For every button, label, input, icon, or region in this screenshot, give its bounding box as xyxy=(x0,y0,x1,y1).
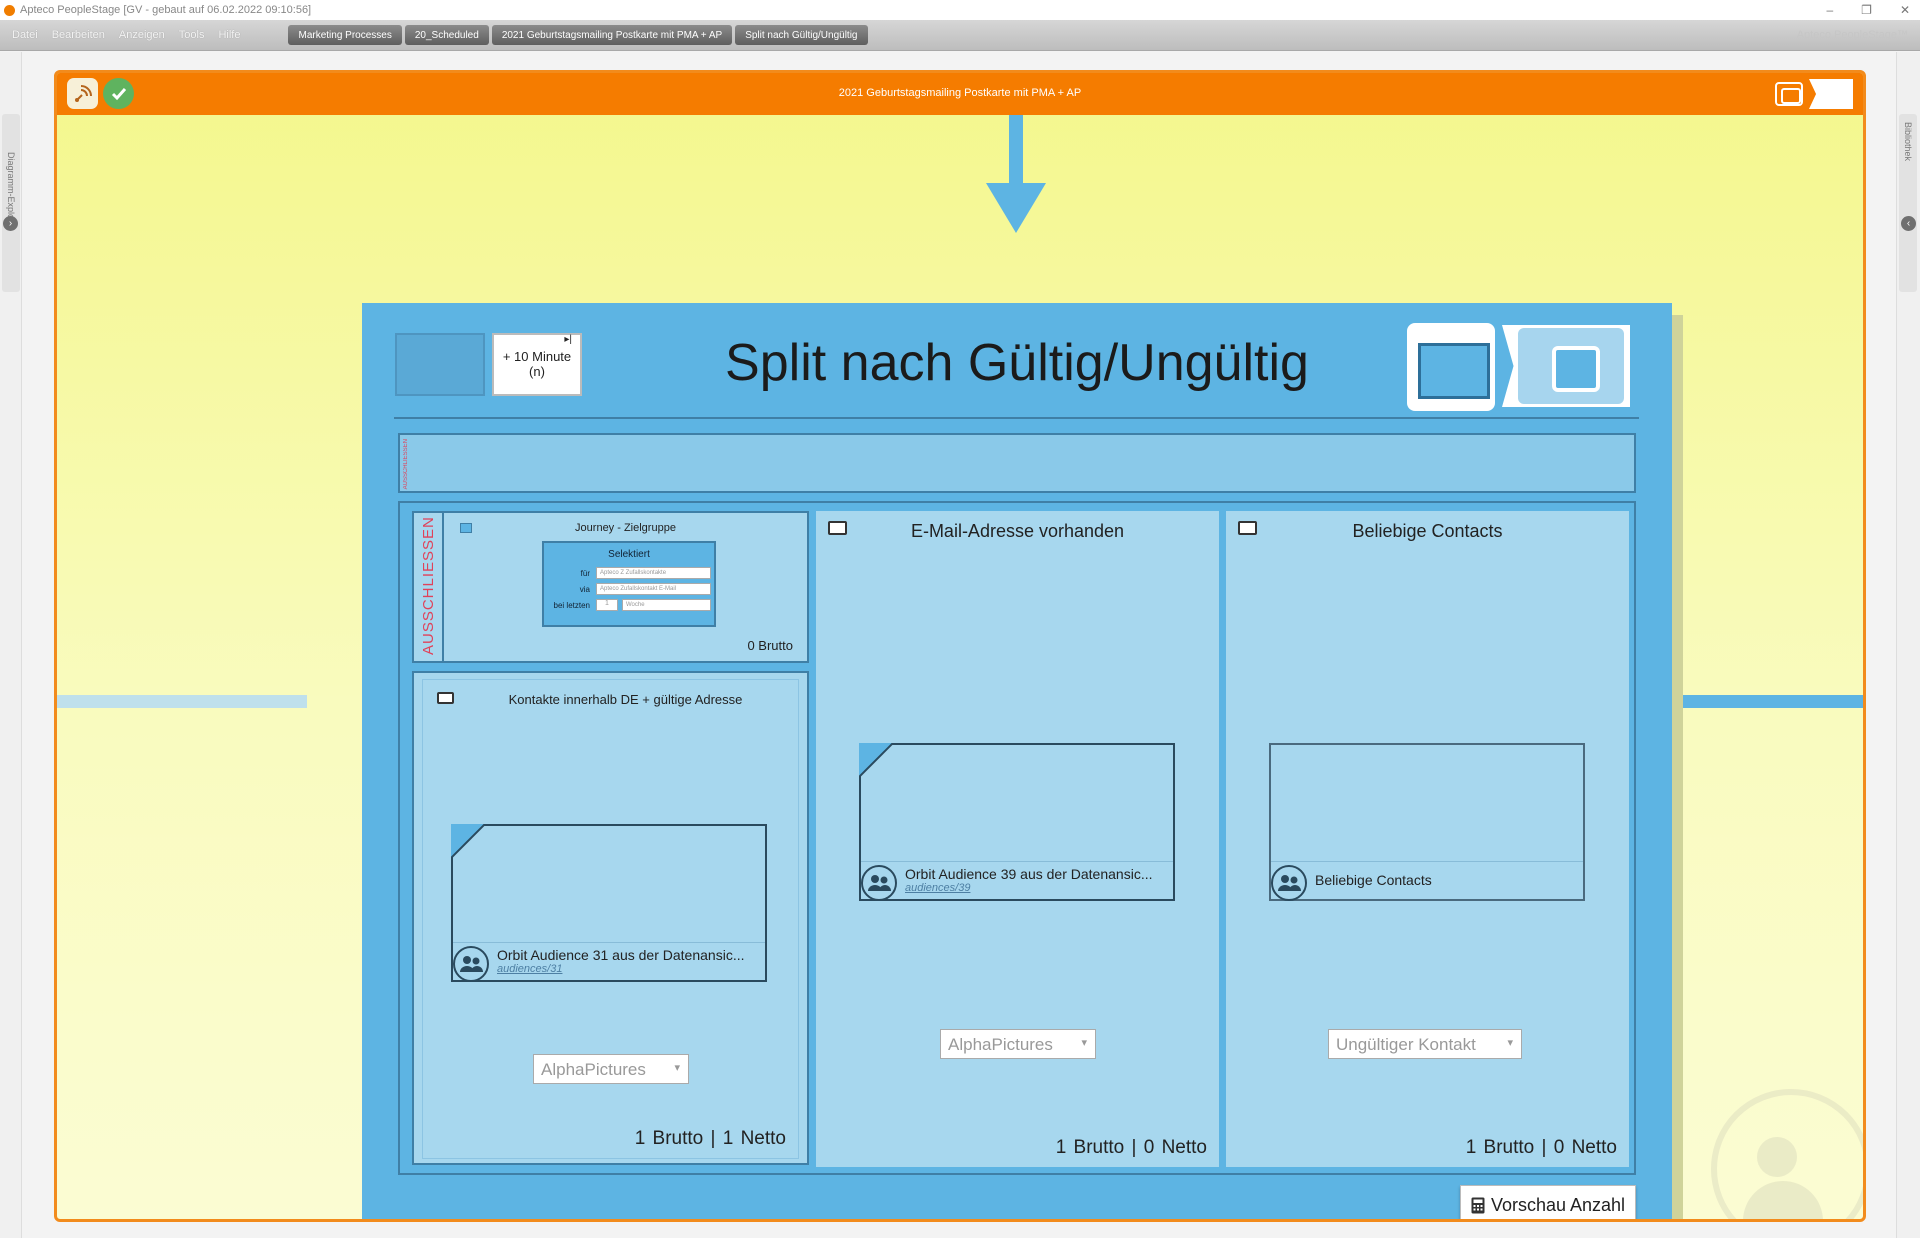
split-node[interactable]: + 10 Minute (n) Split nach Gültig/Ungült… xyxy=(362,303,1672,1219)
people-icon xyxy=(861,865,897,901)
preview-count-button[interactable]: Vorschau Anzahl xyxy=(1460,1185,1636,1219)
flow-arrow-icon xyxy=(986,183,1046,233)
via-label: via xyxy=(579,585,590,594)
segment-1-dropdown[interactable]: AlphaPictures xyxy=(533,1054,689,1084)
audience-3-name: Beliebige Contacts xyxy=(1315,872,1432,888)
breadcrumb-item[interactable]: Marketing Processes xyxy=(288,25,402,45)
last-label: bei letzten xyxy=(553,601,590,610)
title-divider xyxy=(394,417,1639,419)
audience-card-2[interactable]: Orbit Audience 39 aus der Datenansic... … xyxy=(859,743,1175,901)
selection-heading: Selektiert xyxy=(608,549,650,560)
process-header: 2021 Geburtstagsmailing Postkarte mit PM… xyxy=(57,73,1863,115)
audience-2-footer: Orbit Audience 39 aus der Datenansic... … xyxy=(861,861,1173,901)
app-logo-icon xyxy=(4,4,15,16)
connector-left xyxy=(57,695,307,708)
exclude-label: AUSSCHLIESSEN xyxy=(420,516,437,655)
menu-hilfe[interactable]: Hilfe xyxy=(218,29,240,41)
preview-count-label: Vorschau Anzahl xyxy=(1490,1194,1626,1215)
audience-1-footer: Orbit Audience 31 aus der Datenansic... … xyxy=(453,942,765,982)
exclude-count: 0 Brutto xyxy=(747,638,793,653)
segment-3-title: Beliebige Contacts xyxy=(1352,521,1503,541)
exclude-drop-zone[interactable]: AUSSCHLIESSEN xyxy=(398,433,1636,493)
last-number-stepper[interactable]: 1 xyxy=(596,599,618,611)
segment-1-checkbox[interactable] xyxy=(437,692,454,704)
segment-1-counts: 1 Brutto | 1 Netto xyxy=(634,1128,786,1149)
exclude-strip-label: AUSSCHLIESSEN xyxy=(403,439,409,490)
audience-1-name: Orbit Audience 31 aus der Datenansic... xyxy=(497,947,745,963)
menu-bearbeiten[interactable]: Bearbeiten xyxy=(52,29,105,41)
people-icon xyxy=(1271,865,1307,901)
audience-card-3[interactable]: Beliebige Contacts xyxy=(1269,743,1585,901)
breadcrumb-item[interactable]: 2021 Geburtstagsmailing Postkarte mit PM… xyxy=(491,25,733,45)
segment-panel-2[interactable]: E-Mail-Adresse vorhanden Orbit Audience … xyxy=(816,511,1219,1167)
window-title: Apteco PeopleStage [GV - gebaut auf 06.0… xyxy=(20,4,312,16)
menu-bar: Datei Bearbeiten Anzeigen Tools Hilfe Ma… xyxy=(0,20,1920,51)
people-watermark-icon xyxy=(1711,1089,1863,1219)
process-title: 2021 Geburtstagsmailing Postkarte mit PM… xyxy=(838,87,1082,99)
library-label: Bibliothek xyxy=(1903,122,1913,162)
restore-button[interactable]: ❐ xyxy=(1861,3,1872,17)
via-dropdown[interactable]: Apteco Zufallskontakt E-Mail xyxy=(596,583,711,595)
selection-for-row: für Apteco Z Zufallskontakte xyxy=(546,567,714,580)
dogear-edge xyxy=(859,743,893,777)
segment-2-counts: 1 Brutto | 0 Netto xyxy=(1055,1137,1207,1158)
right-rail: Bibliothek ‹ xyxy=(1896,52,1920,1238)
view-toggle-icon[interactable] xyxy=(1775,82,1803,106)
audience-2-name: Orbit Audience 39 aus der Datenansic... xyxy=(905,866,1153,882)
audience-2-link[interactable]: audiences/39 xyxy=(905,882,970,894)
journey-title: Journey - Zielgruppe xyxy=(575,522,676,534)
segment-3-dropdown[interactable]: Ungültiger Kontakt xyxy=(1328,1029,1522,1059)
window-controls: – ❐ ✕ xyxy=(1826,0,1910,20)
for-label: für xyxy=(580,569,590,578)
segments-area: AUSSCHLIESSEN Journey - Zielgruppe Selek… xyxy=(398,501,1636,1175)
segment-2-dropdown[interactable]: AlphaPictures xyxy=(940,1029,1096,1059)
single-view-button[interactable] xyxy=(1407,323,1495,411)
segment-panel-1-inner: Kontakte innerhalb DE + gültige Adresse … xyxy=(422,679,799,1159)
people-icon xyxy=(453,946,489,982)
selection-last-row: bei letzten 1 Woche xyxy=(546,599,714,612)
calculator-icon xyxy=(1471,1197,1485,1213)
close-button[interactable]: ✕ xyxy=(1900,3,1910,17)
breadcrumb: Marketing Processes 20_Scheduled 2021 Ge… xyxy=(288,25,870,45)
segment-2-title: E-Mail-Adresse vorhanden xyxy=(910,521,1125,541)
left-rail: Diagramm-Explorer › xyxy=(0,52,22,1238)
brand-label: Apteco PeopleStage™ xyxy=(1796,29,1908,41)
expand-left-icon[interactable]: › xyxy=(3,216,18,231)
segment-panel-3[interactable]: Beliebige Contacts Beliebige Contacts Un… xyxy=(1226,511,1629,1167)
segment-panel-1[interactable]: Kontakte innerhalb DE + gültige Adresse … xyxy=(412,671,809,1165)
window-titlebar: Apteco PeopleStage [GV - gebaut auf 06.0… xyxy=(0,0,1920,20)
exclude-panel[interactable]: AUSSCHLIESSEN Journey - Zielgruppe Selek… xyxy=(412,511,809,663)
detail-view-button[interactable] xyxy=(1502,325,1630,407)
breadcrumb-item[interactable]: 20_Scheduled xyxy=(404,25,489,45)
expand-right-icon[interactable]: ‹ xyxy=(1901,216,1916,231)
audience-1-link[interactable]: audiences/31 xyxy=(497,963,562,975)
exclude-label-column: AUSSCHLIESSEN xyxy=(414,513,444,661)
process-canvas: 2021 Geburtstagsmailing Postkarte mit PM… xyxy=(54,70,1866,1222)
selection-widget[interactable]: Selektiert für Apteco Z Zufallskontakte … xyxy=(542,541,716,627)
minimize-button[interactable]: – xyxy=(1826,3,1833,17)
menu-anzeigen[interactable]: Anzeigen xyxy=(119,29,165,41)
segment-3-counts: 1 Brutto | 0 Netto xyxy=(1465,1137,1617,1158)
audience-card-1[interactable]: Orbit Audience 31 aus der Datenansic... … xyxy=(451,824,767,982)
menu-datei[interactable]: Datei xyxy=(12,29,38,41)
flow-arrow-stem xyxy=(1009,115,1023,193)
audience-3-footer: Beliebige Contacts xyxy=(1271,861,1583,901)
breadcrumb-item[interactable]: Split nach Gültig/Ungültig xyxy=(735,25,868,45)
menu-tools[interactable]: Tools xyxy=(179,29,205,41)
for-dropdown[interactable]: Apteco Z Zufallskontakte xyxy=(596,567,711,579)
segment-1-title: Kontakte innerhalb DE + gültige Adresse xyxy=(508,692,743,707)
dogear-edge xyxy=(451,824,485,858)
selection-via-row: via Apteco Zufallskontakt E-Mail xyxy=(546,583,714,596)
last-unit-dropdown[interactable]: Woche xyxy=(622,599,711,611)
